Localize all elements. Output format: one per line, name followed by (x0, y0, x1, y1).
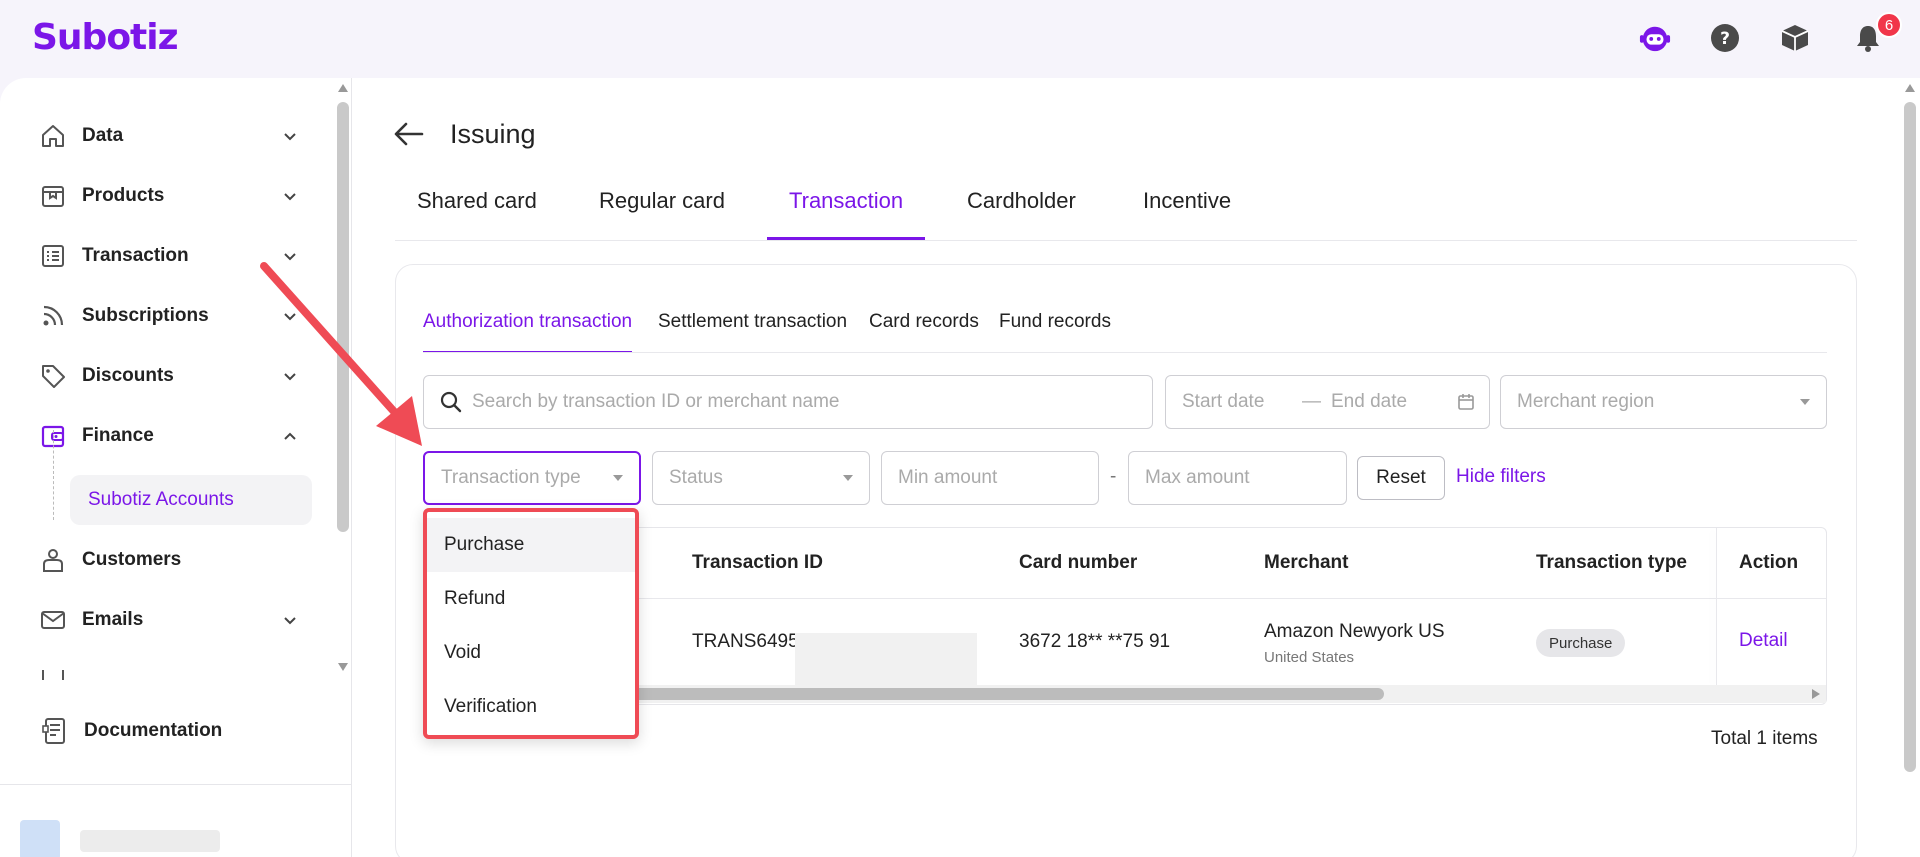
tab-transaction[interactable]: Transaction (767, 188, 926, 240)
page-title: Issuing (450, 119, 536, 149)
tab-shared-card[interactable]: Shared card (395, 188, 559, 240)
sidebar-item-label: Emails (82, 609, 144, 630)
option-void[interactable]: Void (427, 626, 635, 680)
table-scroll-thumb[interactable] (632, 688, 1384, 700)
column-header-merchant: Merchant (1264, 552, 1349, 573)
column-header-action: Action (1739, 552, 1799, 573)
brand-logo[interactable]: Subotiz (32, 17, 179, 58)
cell-transaction-id: TRANS6495 (692, 631, 799, 652)
sub-tree-line (53, 430, 54, 520)
caret-down-icon (613, 475, 623, 481)
range-separator: - (1110, 466, 1117, 487)
transaction-type-badge: Purchase (1536, 629, 1626, 657)
tag-icon (38, 361, 68, 391)
detail-link[interactable]: Detail (1739, 630, 1788, 652)
subtab-card-records[interactable]: Card records (869, 311, 979, 353)
option-verification[interactable]: Verification (427, 680, 635, 734)
option-purchase[interactable]: Purchase (427, 518, 635, 572)
total-items: Total 1 items (1711, 728, 1818, 749)
search-placeholder: Search by transaction ID or merchant nam… (472, 391, 840, 412)
end-date-placeholder: End date (1331, 391, 1408, 412)
bot-icon[interactable] (1639, 22, 1671, 54)
tab-regular-card[interactable]: Regular card (577, 188, 747, 240)
column-header-transaction-type: Transaction type (1536, 552, 1687, 573)
calendar-icon (1457, 393, 1475, 411)
top-bar: Subotiz ? 6 (0, 0, 1920, 78)
calendar-icon (38, 670, 68, 680)
home-icon (38, 121, 68, 151)
sidebar-item-data[interactable]: Data (38, 116, 300, 156)
chevron-down-icon (280, 126, 300, 146)
sidebar: Data Products Transaction Subscriptions … (0, 78, 352, 857)
main-scrollbar[interactable] (1900, 78, 1920, 857)
account-name-redacted (80, 830, 220, 852)
rss-icon (38, 301, 68, 331)
sidebar-item-label: Products (82, 185, 165, 206)
merchant-region-placeholder: Merchant region (1517, 391, 1655, 412)
sidebar-item-documentation[interactable]: Documentation (40, 711, 302, 751)
subtabs-divider (423, 352, 1827, 353)
product-icon (38, 181, 68, 211)
sidebar-item-label: Data (82, 125, 124, 146)
hide-filters-link[interactable]: Hide filters (1456, 466, 1546, 488)
tabs-divider (395, 240, 1857, 241)
caret-down-icon (843, 475, 853, 481)
scroll-right-arrow-icon[interactable] (1812, 689, 1820, 699)
sidebar-subitem-subotiz-accounts[interactable]: Subotiz Accounts (70, 475, 312, 525)
cell-merchant: Amazon Newyork US (1264, 621, 1445, 642)
subtab-settlement-transaction[interactable]: Settlement transaction (658, 311, 847, 353)
main-scroll-thumb[interactable] (1904, 102, 1916, 772)
transaction-type-select[interactable]: Transaction type (423, 451, 641, 505)
avatar[interactable] (20, 820, 60, 857)
person-icon (38, 545, 68, 575)
search-input[interactable]: Search by transaction ID or merchant nam… (423, 375, 1153, 429)
max-amount-placeholder: Max amount (1145, 467, 1250, 488)
max-amount-input[interactable]: Max amount (1128, 451, 1347, 505)
chevron-down-icon (280, 186, 300, 206)
box-icon[interactable] (1779, 22, 1811, 54)
help-icon[interactable]: ? (1709, 22, 1741, 54)
svg-text:?: ? (1720, 29, 1730, 49)
back-arrow-icon[interactable] (392, 120, 428, 150)
chevron-down-icon (280, 610, 300, 630)
fixed-column-divider (1716, 528, 1717, 688)
caret-down-icon (1800, 399, 1810, 405)
status-placeholder: Status (669, 467, 723, 488)
notification-badge: 6 (1876, 12, 1902, 38)
cell-card-number: 3672 18** **75 91 (1019, 631, 1171, 652)
status-select[interactable]: Status (652, 451, 870, 505)
start-date-placeholder: Start date (1182, 391, 1265, 412)
document-icon (40, 716, 70, 746)
sidebar-footer-label: Documentation (84, 720, 223, 741)
sidebar-item-customers[interactable]: Customers (38, 540, 300, 580)
min-amount-placeholder: Min amount (898, 467, 998, 488)
transaction-type-placeholder: Transaction type (441, 467, 581, 488)
reset-button[interactable]: Reset (1357, 456, 1445, 500)
tab-cardholder[interactable]: Cardholder (945, 188, 1098, 240)
annotation-arrow-icon (260, 262, 422, 446)
merchant-region-select[interactable]: Merchant region (1500, 375, 1827, 429)
sidebar-divider (0, 784, 351, 785)
option-refund[interactable]: Refund (427, 572, 635, 626)
list-icon (38, 241, 68, 271)
subtab-fund-records[interactable]: Fund records (999, 311, 1111, 353)
column-header-transaction-id: Transaction ID (692, 552, 823, 573)
tab-incentive[interactable]: Incentive (1121, 188, 1253, 240)
cell-merchant-region: United States (1264, 649, 1355, 666)
sidebar-item-products[interactable]: Products (38, 176, 300, 216)
date-range-picker[interactable]: Start date — End date (1165, 375, 1490, 429)
date-separator: — (1302, 391, 1321, 412)
subtab-authorization-transaction[interactable]: Authorization transaction (423, 311, 633, 353)
column-header-card-number: Card number (1019, 552, 1138, 573)
transaction-type-dropdown: Purchase Refund Void Verification (423, 508, 639, 739)
min-amount-input[interactable]: Min amount (881, 451, 1099, 505)
sidebar-item-partial (38, 670, 300, 680)
mail-icon (38, 605, 68, 635)
sidebar-item-label: Customers (82, 549, 182, 570)
sidebar-item-emails[interactable]: Emails (38, 600, 300, 640)
